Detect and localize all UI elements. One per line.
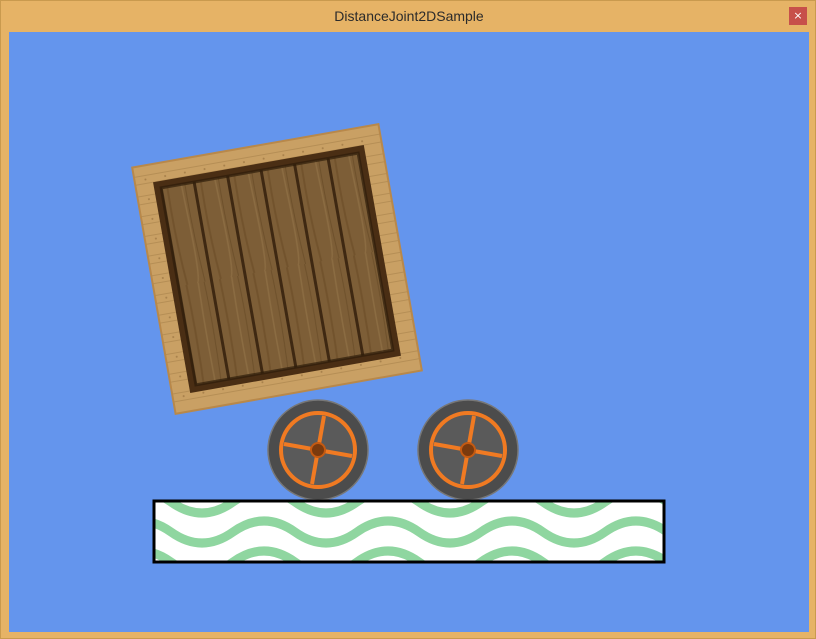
ground-platform xyxy=(152,499,666,564)
wheel-left xyxy=(267,399,369,501)
wheel-right xyxy=(417,399,519,501)
game-scene xyxy=(9,32,809,632)
title-bar[interactable]: DistanceJoint2DSample × xyxy=(1,1,816,32)
game-canvas[interactable] xyxy=(9,32,809,632)
close-button[interactable]: × xyxy=(789,7,807,25)
window-title: DistanceJoint2DSample xyxy=(334,8,484,24)
wooden-crate xyxy=(131,123,423,415)
app-window: DistanceJoint2DSample × xyxy=(0,0,816,639)
